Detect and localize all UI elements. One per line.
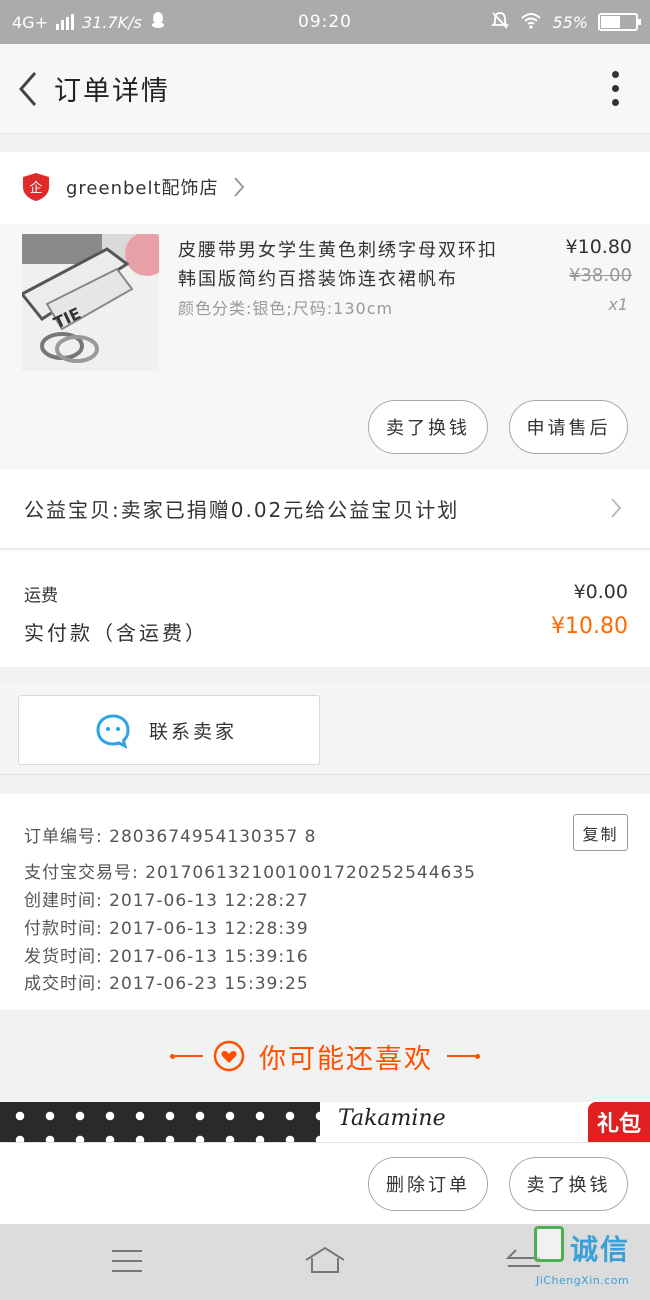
product-sku: 颜色分类:银色;尺码:130cm: [178, 299, 394, 318]
order-number: 订单编号: 2803674954130357 8: [24, 827, 317, 847]
contact-seller-button[interactable]: 联系卖家: [18, 695, 320, 765]
watermark-text: 诚信: [570, 1233, 631, 1266]
completed-time: 成交时间: 2017-06-23 15:39:25: [24, 974, 309, 994]
product-image[interactable]: TIE: [22, 234, 159, 371]
gift-badge[interactable]: 礼包: [588, 1102, 650, 1142]
more-vertical-icon[interactable]: [610, 71, 620, 106]
chevron-right-icon: [611, 498, 622, 518]
system-navigation-bar: 诚信 JiChengXin.com: [0, 1224, 650, 1300]
battery-percent: 55%: [552, 12, 588, 32]
page-title: 订单详情: [54, 76, 170, 107]
sell-for-cash-button[interactable]: 卖了换钱: [509, 1157, 628, 1211]
product-price: ¥10.80: [565, 236, 632, 258]
delete-order-button[interactable]: 删除订单: [368, 1157, 488, 1211]
payment-summary: 运费 ¥0.00 实付款（含运费） ¥10.80: [0, 551, 650, 667]
chat-icon: [96, 714, 130, 749]
product-quantity: x1: [608, 295, 628, 314]
order-info: 订单编号: 2803674954130357 8 复制 支付宝交易号: 2017…: [0, 794, 650, 1010]
qq-icon: [150, 11, 166, 33]
wifi-icon: [520, 11, 542, 33]
brand-ad[interactable]: Takamine: [330, 1102, 580, 1142]
mute-icon: [490, 10, 510, 34]
paid-time: 付款时间: 2017-06-13 12:28:39: [24, 919, 309, 939]
sell-for-cash-button[interactable]: 卖了换钱: [368, 400, 488, 454]
back-arrow-icon[interactable]: [8, 69, 48, 109]
watermark-url: JiChengXin.com: [536, 1274, 630, 1287]
decor-dot: [475, 1053, 480, 1059]
product-title: 皮腰带男女学生黄色刺绣字母双环扣韩国版简约百搭装饰连衣裙帆布: [178, 240, 498, 290]
shipping-value: ¥0.00: [573, 581, 628, 603]
site-watermark: 诚信 JiChengXin.com: [534, 1226, 646, 1292]
status-bar: 4G+ 31.7K/s 09:20 55%: [0, 0, 650, 44]
network-type: 4G+: [12, 12, 48, 32]
created-time: 创建时间: 2017-06-13 12:28:27: [24, 891, 309, 911]
recommend-banner[interactable]: Takamine 礼包: [0, 1102, 650, 1142]
total-paid-value: ¥10.80: [551, 614, 628, 639]
watermark-logo-icon: [534, 1226, 564, 1262]
navigation-bar: 订单详情: [0, 44, 650, 134]
heart-icon: [213, 1040, 245, 1072]
shop-header[interactable]: 企 greenbelt配饰店: [0, 152, 650, 222]
bottom-action-bar: 删除订单 卖了换钱: [0, 1142, 650, 1224]
recommend-title: 你可能还喜欢: [259, 1043, 433, 1075]
signal-icon: [55, 14, 74, 30]
recommend-header: 你可能还喜欢: [0, 1010, 650, 1102]
shipping-label: 运费: [24, 586, 58, 606]
product-original-price: ¥38.00: [569, 265, 632, 286]
menu-icon[interactable]: [112, 1250, 142, 1280]
charity-row[interactable]: 公益宝贝:卖家已捐赠0.02元给公益宝贝计划: [0, 469, 650, 549]
order-item-card: 企 greenbelt配饰店 TIE 皮腰带男女学生黄色刺绣字母双环扣韩国版简约…: [0, 152, 650, 469]
shop-logo-icon: 企: [23, 173, 49, 201]
home-icon[interactable]: [304, 1246, 346, 1274]
chevron-right-icon: [233, 177, 244, 197]
total-paid-label: 实付款（含运费）: [24, 621, 208, 645]
polka-dot-product-image[interactable]: [0, 1102, 320, 1142]
battery-icon: [598, 13, 641, 31]
decor-line: [447, 1055, 475, 1057]
after-sale-button[interactable]: 申请售后: [509, 400, 628, 454]
decor-line: [175, 1055, 203, 1057]
contact-seller-label: 联系卖家: [149, 720, 238, 743]
copy-button[interactable]: 复制: [573, 814, 628, 851]
contact-area: 联系卖家: [0, 685, 650, 775]
charity-text: 公益宝贝:卖家已捐赠0.02元给公益宝贝计划: [24, 498, 460, 522]
network-speed: 31.7K/s: [81, 12, 142, 32]
svg-text:企: 企: [29, 180, 42, 196]
alipay-number: 支付宝交易号: 2017061321001001720252544635: [24, 863, 476, 883]
shop-name: greenbelt配饰店: [66, 178, 219, 199]
shipped-time: 发货时间: 2017-06-13 15:39:16: [24, 947, 309, 967]
product-row[interactable]: TIE 皮腰带男女学生黄色刺绣字母双环扣韩国版简约百搭装饰连衣裙帆布 颜色分类:…: [0, 224, 650, 469]
